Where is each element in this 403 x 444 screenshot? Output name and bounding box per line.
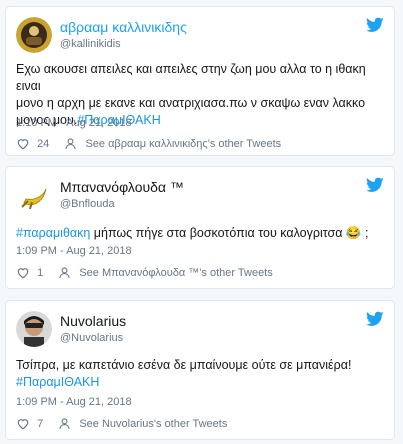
tweet-card-2: Μπανανόφλουδα ™ @Bnflouda #παραμιθακη μή… [5, 166, 395, 289]
tweet-text-line: μονο η αρχη με εκανε και ανατριχιασα.πω … [16, 96, 366, 110]
see-other-tweets-link[interactable]: See Μπανανόφλουδα ™'s other Tweets [79, 267, 272, 279]
user-handle[interactable]: @kallinikidis [60, 38, 121, 50]
tweet-actions: 24 See αβρααμ καλλινικιδης's other Tweet… [16, 137, 281, 153]
tweet-text-line: Εχω ακουσει απειλες και απειλες στην ζωη… [16, 62, 366, 93]
tweet-header: αβρααμ καλλινικιδης @kallinikidis [16, 17, 384, 53]
tweet-actions: 1 See Μπανανόφλουδα ™'s other Tweets [16, 266, 273, 282]
twitter-bird-icon[interactable] [366, 17, 384, 33]
like-count[interactable]: 1 [37, 267, 43, 279]
tweet-header: Μπανανόφλουδα ™ @Bnflouda [16, 177, 384, 213]
person-icon [59, 267, 70, 279]
display-name[interactable]: Μπανανόφλουδα ™ [60, 179, 184, 195]
twitter-bird-icon[interactable] [366, 311, 384, 327]
avatar[interactable] [16, 17, 52, 53]
heart-icon[interactable] [16, 266, 30, 279]
hashtag-link[interactable]: #παραμιθακη [16, 226, 90, 240]
hashtag-link[interactable]: #ΠαραμΙΘΑΚΗ [16, 374, 382, 391]
heart-icon[interactable] [16, 417, 30, 430]
user-handle[interactable]: @Bnflouda [60, 198, 115, 210]
tweet-actions: 7 See Nuvolarius's other Tweets [16, 417, 227, 433]
like-count[interactable]: 7 [37, 418, 43, 430]
person-icon [65, 138, 77, 150]
timestamp[interactable]: 1:10 PM - Aug 21, 2018 [16, 117, 132, 129]
tweet-text-plain: μήπως πήγε στα βοσκοτόπια του καλογριτσα… [90, 226, 369, 240]
user-handle[interactable]: @Nuvolarius [60, 332, 123, 344]
timestamp[interactable]: 1:09 PM - Aug 21, 2018 [16, 396, 132, 408]
tweet-text: #παραμιθακη μήπως πήγε στα βοσκοτόπια το… [16, 225, 382, 242]
see-other-tweets-link[interactable]: See Nuvolarius's other Tweets [79, 418, 227, 430]
display-name[interactable]: Nuvolarius [60, 313, 126, 329]
twitter-bird-icon[interactable] [366, 177, 384, 193]
like-count[interactable]: 24 [37, 138, 49, 150]
tweet-card-3: Nuvolarius @Nuvolarius Τσίπρα, με καπετά… [5, 300, 395, 440]
tweet-card-1: αβρααμ καλλινικιδης @kallinikidis Εχω ακ… [5, 6, 395, 156]
timestamp[interactable]: 1:09 PM - Aug 21, 2018 [16, 245, 132, 257]
avatar[interactable] [16, 311, 52, 347]
avatar[interactable] [16, 177, 52, 213]
tweet-text-line: Τσίπρα, με καπετάνιο εσένα δε μπαίνουμε … [16, 358, 352, 372]
display-name[interactable]: αβρααμ καλλινικιδης [60, 19, 187, 35]
see-other-tweets-link[interactable]: See αβρααμ καλλινικιδης's other Tweets [85, 138, 281, 150]
heart-icon[interactable] [16, 137, 30, 150]
person-icon [59, 418, 70, 430]
tweet-header: Nuvolarius @Nuvolarius [16, 311, 384, 347]
tweet-text: Τσίπρα, με καπετάνιο εσένα δε μπαίνουμε … [16, 357, 382, 391]
